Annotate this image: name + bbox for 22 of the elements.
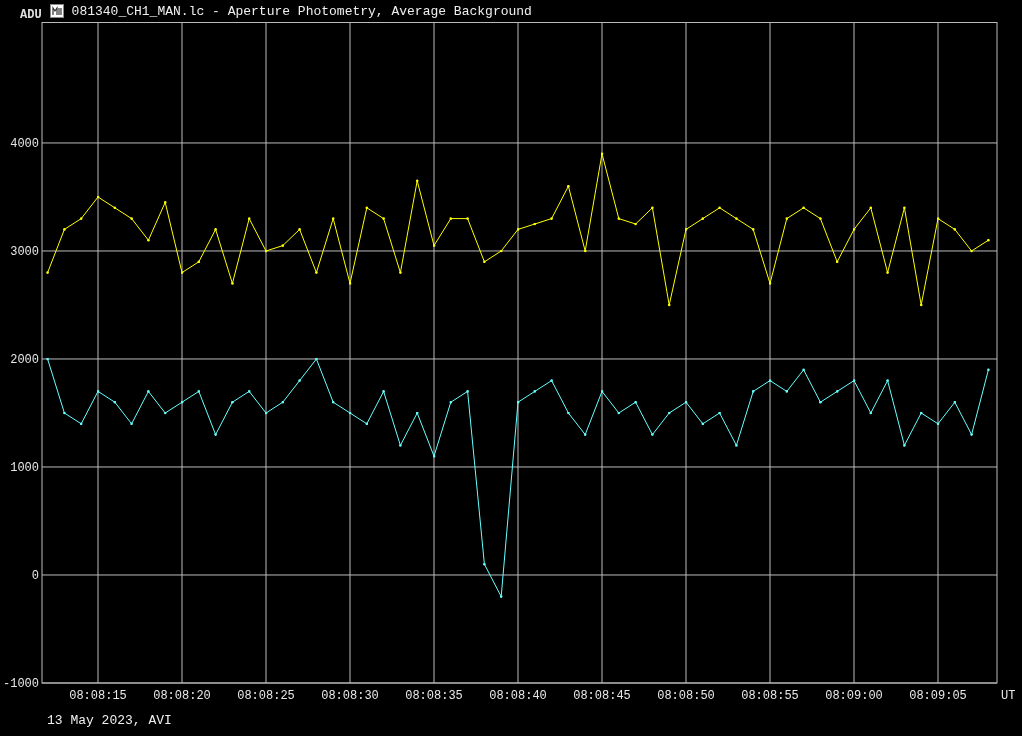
tick-label: 08:08:55 [741, 689, 799, 703]
tick-label: 2000 [10, 353, 39, 367]
tick-label: 08:08:45 [573, 689, 631, 703]
tick-label: 08:08:40 [489, 689, 547, 703]
tick-label: 08:08:50 [657, 689, 715, 703]
axis-label: ADU [20, 8, 42, 22]
tick-label: 08:08:20 [153, 689, 211, 703]
app-icon [49, 4, 64, 18]
tick-label: 08:09:00 [825, 689, 883, 703]
date-caption: 13 May 2023, AVI [46, 712, 173, 728]
axis-label: UT [1001, 689, 1016, 703]
tick-label: -1000 [3, 677, 39, 691]
tick-label: 08:08:35 [405, 689, 463, 703]
chart-title: 081340_CH1_MAN.lc - Aperture Photometry, Average Background [71, 3, 532, 19]
tick-label: 4000 [10, 136, 39, 151]
tick-label: 08:08:15 [69, 689, 127, 703]
tick-label: 08:08:25 [237, 689, 295, 703]
tick-label: 08:09:05 [909, 689, 967, 703]
tick-label: 1000 [10, 461, 39, 475]
tick-label: 0 [31, 569, 39, 583]
tick-label: 08:08:30 [321, 689, 379, 703]
tick-label: 3000 [10, 244, 39, 259]
